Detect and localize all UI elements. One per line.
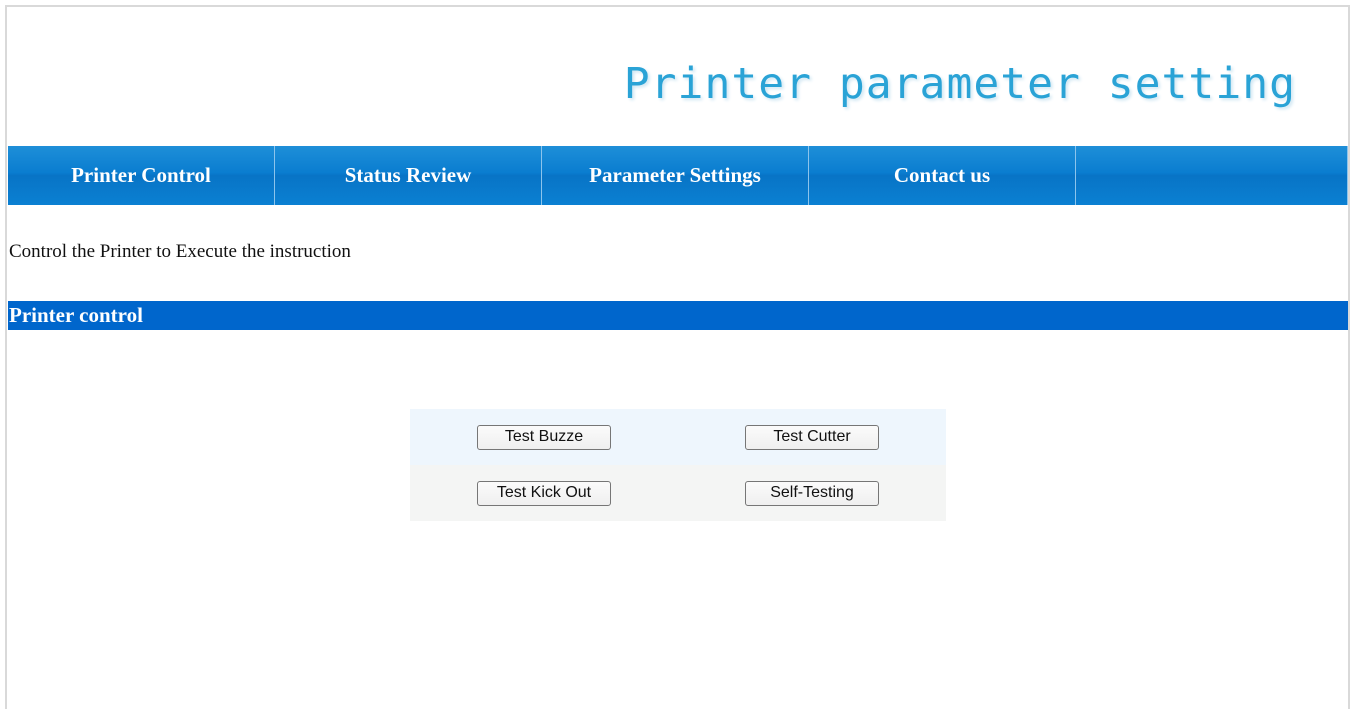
self-testing-button[interactable]: Self-Testing <box>745 480 879 506</box>
control-cell: Test Buzze <box>410 424 678 450</box>
page-frame: Printer parameter setting <box>5 5 1350 709</box>
nav-empty-slot <box>1076 146 1348 205</box>
test-buzzer-button[interactable]: Test Buzze <box>477 424 611 450</box>
page-title: Printer parameter setting <box>623 59 1296 109</box>
main-navigation: Printer Control Status Review Parameter … <box>8 146 1348 205</box>
control-row: Test Buzze Test Cutter <box>410 409 946 465</box>
test-kick-out-button[interactable]: Test Kick Out <box>477 480 611 506</box>
printer-control-panel: Test Buzze Test Cutter Test Kick Out Sel… <box>410 409 946 521</box>
nav-contact-us[interactable]: Contact us <box>809 146 1076 205</box>
page-description: Control the Printer to Execute the instr… <box>9 241 351 262</box>
nav-parameter-settings[interactable]: Parameter Settings <box>542 146 809 205</box>
control-cell: Test Kick Out <box>410 480 678 506</box>
nav-status-review[interactable]: Status Review <box>275 146 542 205</box>
control-cell: Self-Testing <box>678 480 946 506</box>
nav-printer-control[interactable]: Printer Control <box>8 146 275 205</box>
control-cell: Test Cutter <box>678 424 946 450</box>
section-header: Printer control <box>8 301 1348 330</box>
test-cutter-button[interactable]: Test Cutter <box>745 424 879 450</box>
control-row: Test Kick Out Self-Testing <box>410 465 946 521</box>
